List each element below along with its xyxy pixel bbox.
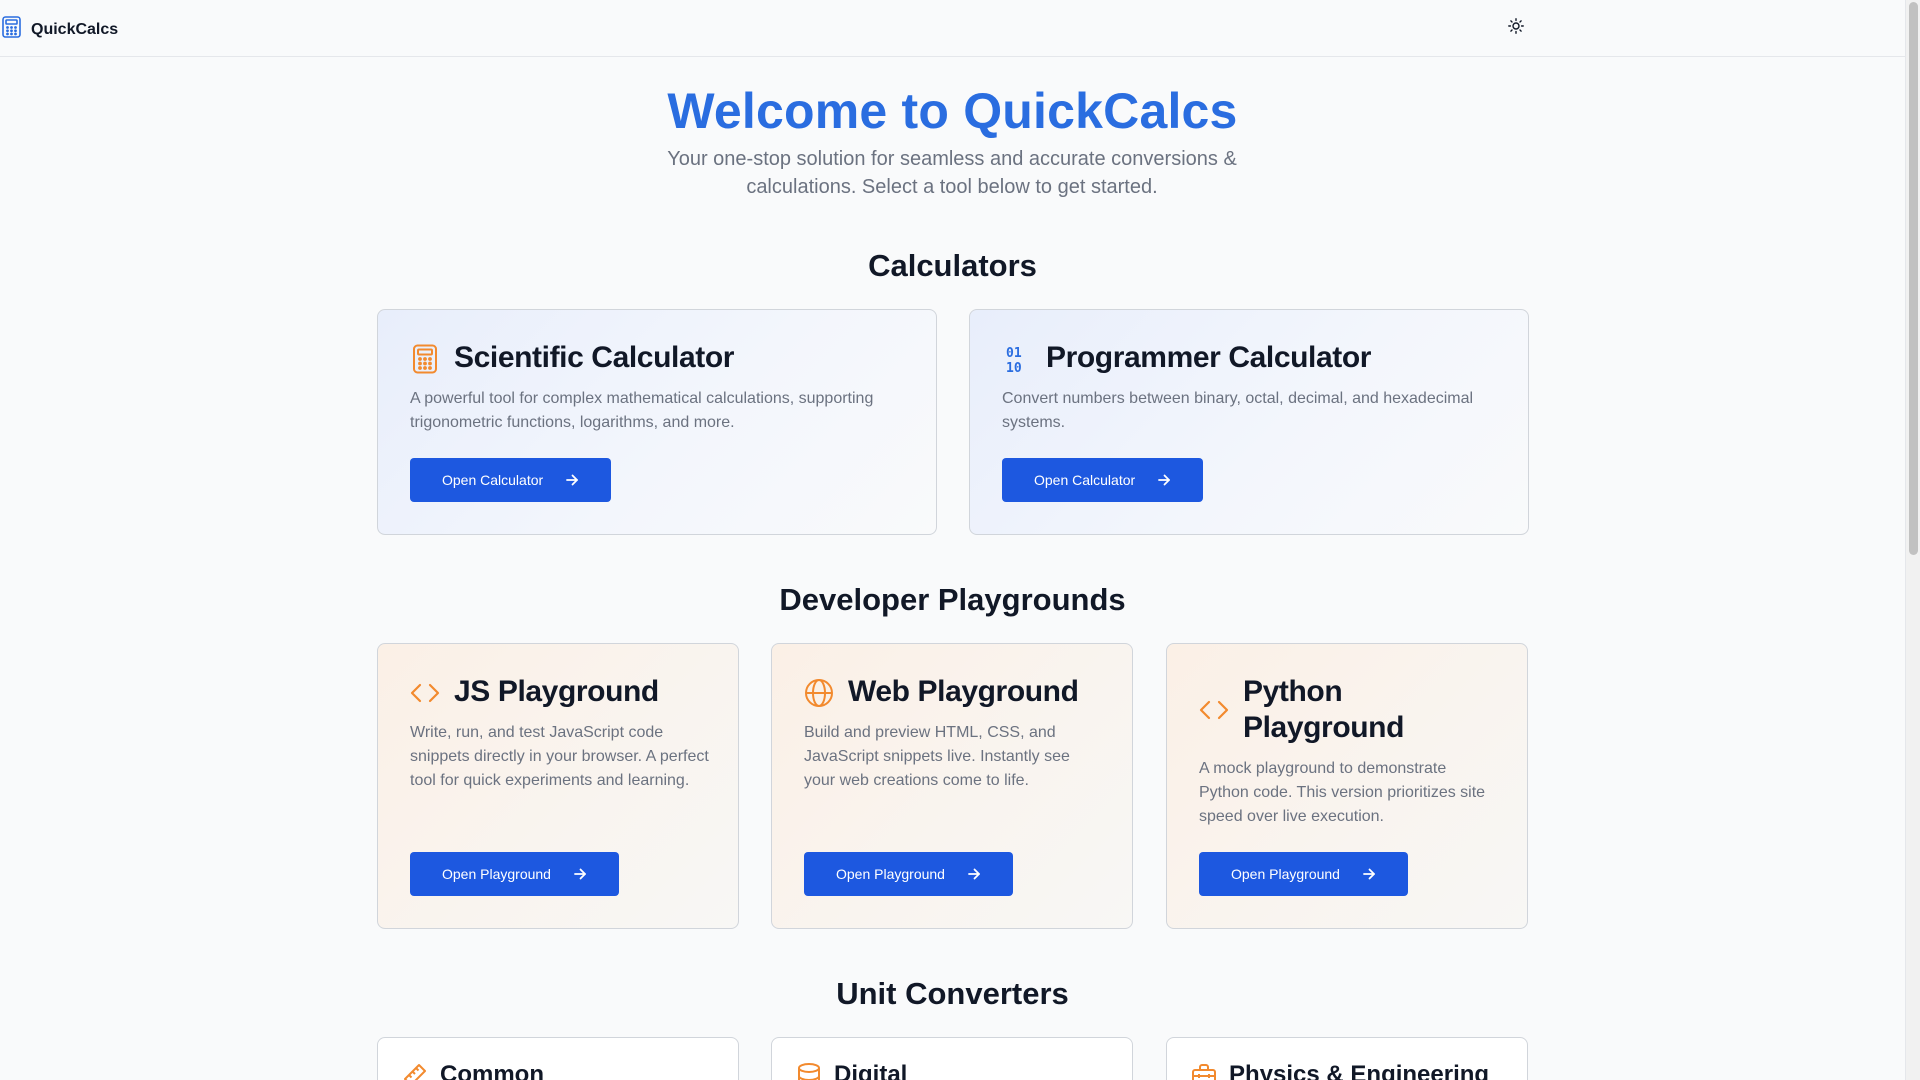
card-title: Python Playground: [1243, 675, 1405, 744]
button-label: Open Playground: [442, 866, 551, 882]
card-header: 01 10 Programmer Calculator: [1002, 340, 1371, 376]
card-title: Common: [440, 1061, 544, 1080]
database-icon: [796, 1062, 822, 1080]
ruler-icon: [402, 1062, 428, 1080]
code-icon: [410, 678, 440, 708]
card-description: A powerful tool for complex mathematical…: [410, 390, 874, 431]
theme-toggle-button[interactable]: [1500, 14, 1532, 42]
toolbox-icon: [1191, 1062, 1217, 1080]
card-title: JS Playground: [454, 675, 659, 708]
svg-text:10: 10: [1006, 361, 1022, 374]
brand-name: QuickCalcs: [31, 20, 119, 38]
page-subtitle: Your one-stop solution for seamless and …: [667, 148, 1237, 198]
section-title-calculators: Calculators: [868, 248, 1037, 283]
card-description: Build and preview HTML, CSS, and JavaScr…: [804, 724, 1070, 789]
sun-icon: [1508, 17, 1524, 39]
vertical-scrollbar[interactable]: [1905, 0, 1920, 1080]
button-label: Open Playground: [1231, 866, 1340, 882]
open-js-playground-button[interactable]: Open Playground: [410, 852, 619, 896]
card-python-playground: Python Playground A mock playground to d…: [1166, 643, 1528, 929]
card-physics-engineering-converter[interactable]: Physics & Engineering: [1166, 1037, 1528, 1080]
calculator-icon: [410, 344, 440, 374]
open-python-playground-button[interactable]: Open Playground: [1199, 852, 1408, 896]
scrollbar-thumb[interactable]: [1909, 2, 1918, 555]
card-title: Physics & Engineering: [1229, 1061, 1490, 1080]
card-description: Write, run, and test JavaScript code sni…: [410, 724, 709, 789]
card-title: Scientific Calculator: [454, 341, 735, 374]
card-header: Python Playground: [1199, 674, 1443, 746]
arrow-right-icon: [565, 473, 579, 487]
card-title: Web Playground: [848, 675, 1079, 708]
card-header: Web Playground: [804, 674, 1079, 710]
card-programmer-calculator: 01 10 Programmer Calculator Convert numb…: [969, 309, 1529, 535]
section-title-playgrounds: Developer Playgrounds: [779, 582, 1126, 617]
calculator-icon: [2, 16, 21, 43]
card-header: Scientific Calculator: [410, 340, 734, 376]
card-title: Programmer Calculator: [1046, 341, 1372, 374]
arrow-right-icon: [1362, 867, 1376, 881]
open-web-playground-button[interactable]: Open Playground: [804, 852, 1013, 896]
section-title-converters: Unit Converters: [836, 976, 1069, 1011]
card-header: Physics & Engineering: [1191, 1060, 1489, 1080]
arrow-right-icon: [1157, 473, 1171, 487]
card-header: Common: [402, 1060, 544, 1080]
button-label: Open Calculator: [1034, 472, 1136, 488]
card-title: Digital: [834, 1061, 908, 1080]
card-description: A mock playground to demonstrate Python …: [1199, 760, 1486, 825]
arrow-right-icon: [573, 867, 587, 881]
button-label: Open Playground: [836, 866, 945, 882]
page: QuickCalcs Welcome to QuickCalcs Your on…: [0, 0, 1905, 1080]
card-common-converter[interactable]: Common: [377, 1037, 739, 1080]
card-digital-converter[interactable]: Digital: [771, 1037, 1133, 1080]
svg-text:01: 01: [1006, 346, 1022, 361]
binary-icon: 01 10: [1002, 344, 1032, 374]
brand-link[interactable]: QuickCalcs: [2, 16, 118, 43]
card-header: JS Playground: [410, 674, 659, 710]
top-nav: QuickCalcs: [0, 0, 1905, 57]
open-programmer-calculator-button[interactable]: Open Calculator: [1002, 458, 1204, 502]
page-title: Welcome to QuickCalcs: [667, 83, 1238, 139]
globe-icon: [804, 678, 834, 708]
code-icon: [1199, 695, 1229, 725]
card-header: Digital: [796, 1060, 907, 1080]
arrow-right-icon: [967, 867, 981, 881]
card-description: Convert numbers between binary, octal, d…: [1002, 390, 1474, 431]
button-label: Open Calculator: [442, 472, 544, 488]
card-js-playground: JS Playground Write, run, and test JavaS…: [377, 643, 739, 929]
card-scientific-calculator: Scientific Calculator A powerful tool fo…: [377, 309, 937, 535]
card-web-playground: Web Playground Build and preview HTML, C…: [771, 643, 1133, 929]
open-scientific-calculator-button[interactable]: Open Calculator: [410, 458, 612, 502]
